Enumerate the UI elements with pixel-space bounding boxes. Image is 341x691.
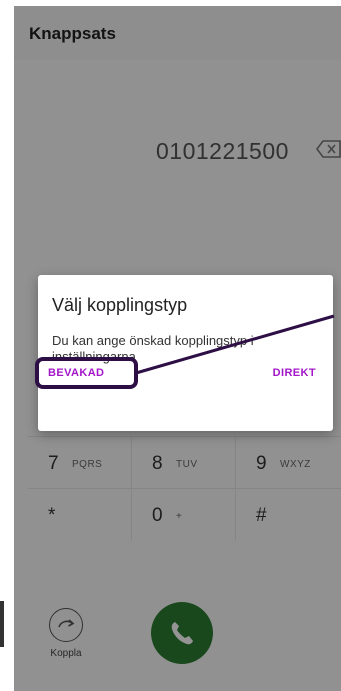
annotation-pointer-line	[135, 314, 335, 375]
